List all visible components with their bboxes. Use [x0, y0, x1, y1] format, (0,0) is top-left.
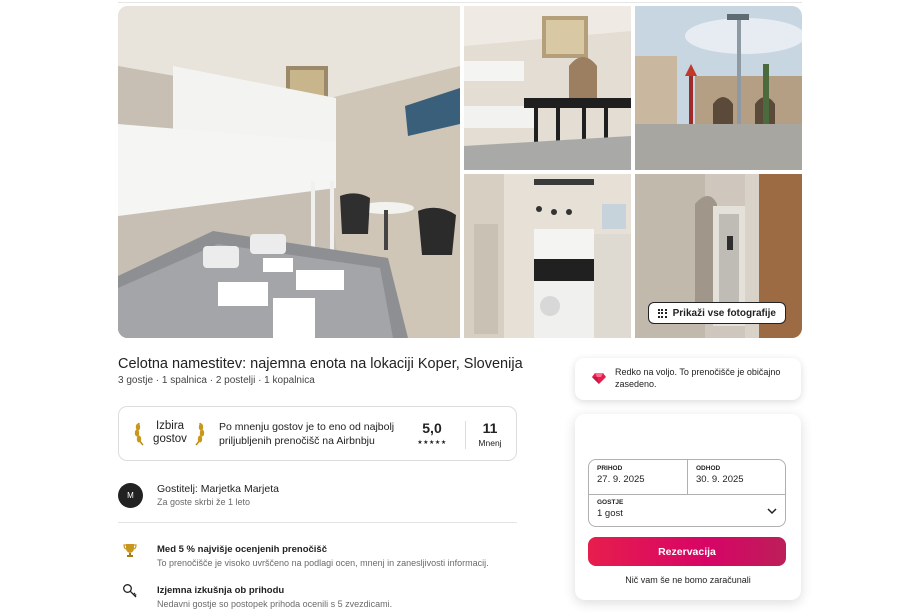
guests-label: Gostje [597, 499, 624, 506]
bedroom-main-photo[interactable] [118, 6, 460, 338]
reviews-label: Mnenj [478, 438, 502, 448]
gem-icon [592, 373, 606, 384]
guest-favorite-card[interactable]: Izbira gostov Po mnenju gostov je to eno… [118, 406, 517, 461]
highlight-subtitle-checkin: Nedavni gostje so postopek prihoda oceni… [157, 599, 393, 609]
rare-find-card: Redko na voljo. To prenočišče je običajn… [575, 358, 801, 400]
checkin-label: Prihod [597, 465, 623, 472]
listing-summary: 3 gostje · 1 spalnica · 2 postelji · 1 k… [118, 375, 315, 386]
rating-value: 5,0 [422, 420, 442, 436]
guests-select[interactable]: Gostje 1 gost [589, 495, 787, 528]
kitchen-photo[interactable] [464, 174, 631, 338]
laurel-right-icon [195, 422, 205, 446]
highlight-title-top5: Med 5 % najvišje ocenjenih prenočišč [157, 544, 328, 555]
chevron-down-icon [767, 508, 777, 515]
host-name: Gostitelj: Marjetka Marjeta [157, 483, 279, 495]
checkout-value: 30. 9. 2025 [696, 474, 744, 485]
highlight-subtitle-top5: To prenočišče je visoko uvrščeno na podl… [157, 558, 489, 568]
checkout-field[interactable]: Odhod 30. 9. 2025 [688, 460, 787, 494]
rating-stars: ★★★★★ [417, 440, 447, 446]
trophy-icon [123, 544, 137, 557]
photo-gallery: Prikaži vse fotografije [118, 6, 802, 338]
guest-favorite-description: Po mnenju gostov je to eno od najbolj pr… [219, 421, 395, 447]
rating-divider [465, 421, 466, 449]
no-charge-note: Nič vam še ne bomo zaračunali [625, 575, 751, 585]
date-guest-picker: Prihod 27. 9. 2025 Odhod 30. 9. 2025 Gos… [588, 459, 786, 527]
host-divider [118, 522, 517, 523]
laurel-left-icon [134, 422, 144, 446]
rare-find-text: Redko na voljo. To prenočišče je običajn… [615, 367, 781, 389]
bunk-kitchen-photo[interactable] [464, 6, 631, 170]
booking-card: Prihod 27. 9. 2025 Odhod 30. 9. 2025 Gos… [575, 414, 801, 600]
listing-title: Celotna namestitev: najemna enota na lok… [118, 356, 523, 372]
checkin-value: 27. 9. 2025 [597, 474, 645, 485]
show-all-photos-button[interactable]: Prikaži vse fotografije [647, 302, 786, 324]
host-tenure: Za goste skrbi že 1 leto [157, 497, 251, 507]
guests-value: 1 gost [597, 508, 623, 519]
guest-favorite-badge: Izbira gostov [153, 420, 187, 445]
koper-square-photo[interactable] [635, 6, 802, 170]
show-all-photos-label: Prikaži vse fotografije [672, 307, 776, 319]
grid-icon [657, 308, 667, 318]
checkin-field[interactable]: Prihod 27. 9. 2025 [589, 460, 688, 494]
checkout-label: Odhod [696, 465, 721, 472]
host-avatar[interactable]: M [118, 483, 143, 508]
reserve-button[interactable]: Rezervacija [588, 537, 786, 566]
reviews-count: 11 [482, 420, 498, 436]
highlight-title-checkin: Izjemna izkušnja ob prihodu [157, 585, 285, 596]
top-divider [118, 2, 802, 3]
key-icon [123, 584, 137, 598]
